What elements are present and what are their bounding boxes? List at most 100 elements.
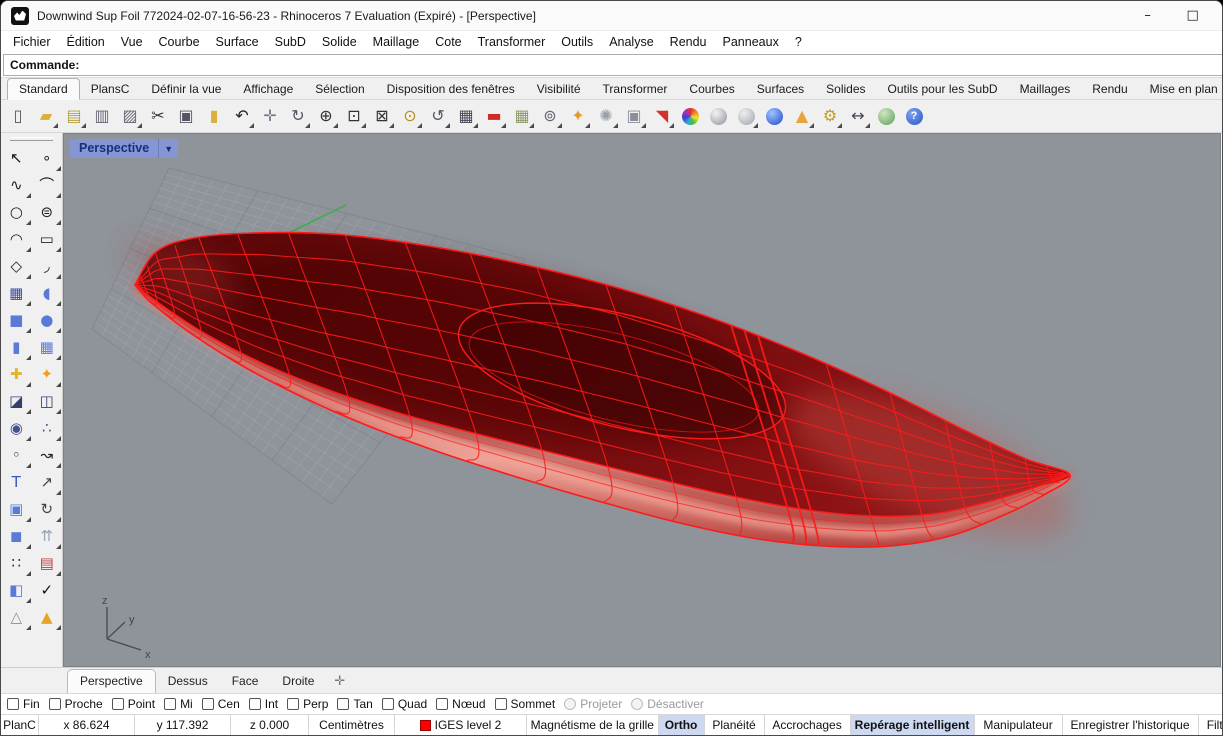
render-preview-button[interactable]: ▲ [32,604,63,631]
array-button[interactable]: ∷ [1,550,32,577]
point-button[interactable]: ∘ [32,145,63,172]
sidebar-grip[interactable] [10,137,53,141]
checkbox-icon[interactable] [436,698,448,710]
cplane-button[interactable]: ▦ [509,103,535,129]
direction-analysis-button[interactable]: ◥ [649,103,675,129]
toolbar-tab-miseenplan[interactable]: Mise en plan [1139,79,1223,99]
toolbar-tab-slection[interactable]: Sélection [304,79,375,99]
group-button[interactable]: ∴ [32,415,63,442]
menu-item-courbe[interactable]: Courbe [151,32,208,52]
status-magn-tisme-de-la-grille[interactable]: Magnétisme de la grille [527,715,659,735]
copy-button[interactable]: ▣ [173,103,199,129]
checkbox-icon[interactable] [49,698,61,710]
viewport-layout-button[interactable]: ▦ [453,103,479,129]
points-on-button[interactable]: ◦ [1,442,32,469]
ghosted-view-button[interactable] [733,103,759,129]
curve-handles-button[interactable]: ↝ [32,442,63,469]
toolbar-tab-dispositiondesfentres[interactable]: Disposition des fenêtres [376,79,526,99]
zoom-extents-button[interactable]: ⊠ [369,103,395,129]
osnap-cen[interactable]: Cen [202,697,240,711]
print-button[interactable]: ▥ [89,103,115,129]
trim-button[interactable]: ◪ [1,388,32,415]
checkbox-icon[interactable] [202,698,214,710]
status-planc[interactable]: PlanC [1,715,39,735]
viewport-canvas[interactable]: zyx [64,134,1184,667]
status-centim-tres[interactable]: Centimètres [309,715,395,735]
toolbar-tab-rendu[interactable]: Rendu [1081,79,1138,99]
dimension-button[interactable]: ↔ [845,103,871,129]
undo-button[interactable]: ↶ [229,103,255,129]
maximize-button[interactable]: □ [1170,1,1215,30]
status-filtre[interactable]: Filtre [1199,715,1223,735]
osnap-dsactiver[interactable]: Désactiver [631,697,704,711]
menu-item-outils[interactable]: Outils [553,32,601,52]
menu-item-subd[interactable]: SubD [267,32,314,52]
paste-button[interactable]: ▮ [201,103,227,129]
toolbar-tab-transformer[interactable]: Transformer [592,79,679,99]
zoom-selected-button[interactable]: ⊙ [397,103,423,129]
help-button[interactable]: ? [901,103,927,129]
menu-item-?[interactable]: ? [787,32,810,52]
check-button[interactable]: ✓ [32,577,63,604]
toolbar-tab-dfinirlavue[interactable]: Définir la vue [140,79,232,99]
osnap-proche[interactable]: Proche [49,697,103,711]
osnap-perp[interactable]: Perp [287,697,328,711]
checkbox-icon[interactable] [112,698,124,710]
toolbar-tab-standard[interactable]: Standard [7,78,80,100]
checkbox-icon[interactable] [382,698,394,710]
curve-blend-button[interactable]: ◞ [32,253,63,280]
join-button[interactable]: ◉ [1,415,32,442]
checkbox-icon[interactable] [249,698,261,710]
menu-item-rendu[interactable]: Rendu [662,32,715,52]
array-path-button[interactable]: ▤ [32,550,63,577]
extrude-button[interactable]: ⇈ [32,523,63,550]
rotate-button[interactable]: ↻ [32,496,63,523]
toolbar-tab-affichage[interactable]: Affichage [232,79,304,99]
osnap-tan[interactable]: Tan [337,697,372,711]
lock-button[interactable]: ▣ [621,103,647,129]
osnap-projeter[interactable]: Projeter [564,697,622,711]
toolbar-tab-maillages[interactable]: Maillages [1009,79,1082,99]
zoom-dynamic-button[interactable]: ⊕ [313,103,339,129]
menu-item-panneaux[interactable]: Panneaux [715,32,787,52]
visibility-button[interactable]: ✦ [565,103,591,129]
toolbar-tab-visibilit[interactable]: Visibilité [526,79,592,99]
color-wheel-button[interactable] [677,103,703,129]
viewport-tab-droite[interactable]: Droite [270,670,326,693]
primitive-objects-button[interactable]: △ [1,604,32,631]
checkbox-icon[interactable] [7,698,19,710]
rendered-view-button[interactable] [761,103,787,129]
annotate-doc-button[interactable]: ▨ [117,103,143,129]
pan-button[interactable]: ✛ [257,103,283,129]
status-manipulateur[interactable]: Manipulateur [975,715,1063,735]
circle-button[interactable]: ○ [1,199,32,226]
fillet-edge-button[interactable]: ✦ [32,361,63,388]
shaded-view-button[interactable] [705,103,731,129]
options-gears-button[interactable]: ⚙ [817,103,843,129]
pointer-button[interactable]: ↖ [1,145,32,172]
offset-surface-button[interactable]: ◧ [1,577,32,604]
interpolate-curve-button[interactable]: ⌒ [32,172,63,199]
viewport-tab-perspective[interactable]: Perspective [67,669,156,693]
lightbulb-button[interactable]: ✺ [593,103,619,129]
surfboard-model[interactable] [119,215,1087,566]
osnap-sommet[interactable]: Sommet [495,697,556,711]
box-button[interactable]: ■ [1,307,32,334]
red-car-button[interactable]: ▬ [481,103,507,129]
perspective-viewport[interactable]: zyx Perspective ▼ [63,133,1221,667]
save-button[interactable]: ▤ [61,103,87,129]
menu-item-surface[interactable]: Surface [208,32,267,52]
menu-item-cote[interactable]: Cote [427,32,469,52]
toolbar-tab-surfaces[interactable]: Surfaces [746,79,815,99]
osnap-nud[interactable]: Nœud [436,697,485,711]
chevron-down-icon[interactable]: ▼ [158,139,178,158]
command-input[interactable]: Commande: [3,54,1223,76]
viewport-tab-face[interactable]: Face [220,670,271,693]
blocks-button[interactable]: ▣ [1,496,32,523]
toolbar-tab-plansc[interactable]: PlansC [80,79,141,99]
rotate-view-button[interactable]: ↻ [285,103,311,129]
ellipse-button[interactable]: ⊜ [32,199,63,226]
osnap-fin[interactable]: Fin [7,697,40,711]
add-viewport-tab-icon[interactable]: ✛ [326,670,353,693]
status-iges-level-2[interactable]: IGES level 2 [395,715,527,735]
